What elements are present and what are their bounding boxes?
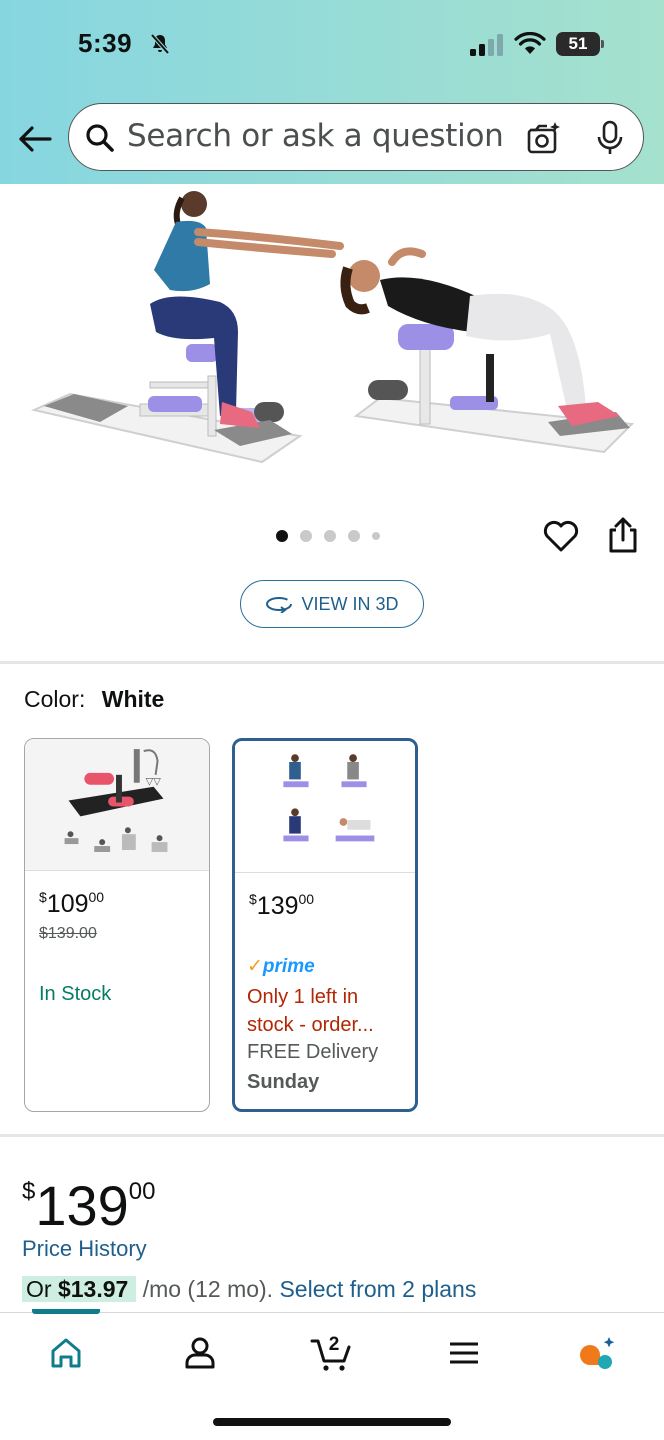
color-label: Color: (24, 686, 86, 712)
battery-icon: 51 (556, 32, 604, 56)
color-option-white[interactable]: ▽▽ $10900 $139.00 In Stock (24, 738, 210, 1112)
section-divider (0, 1134, 664, 1137)
carousel-dot[interactable] (324, 530, 336, 542)
variant-image (235, 742, 415, 873)
carousel-dot[interactable] (300, 530, 312, 542)
section-divider (0, 661, 664, 664)
rufus-icon[interactable] (576, 1333, 616, 1373)
color-value: White (101, 686, 165, 712)
price-currency: $ (22, 1178, 36, 1205)
variant-stock-status: In Stock (39, 983, 112, 1005)
status-time: 5:39 (78, 28, 133, 58)
svg-text:▽▽: ▽▽ (146, 777, 162, 788)
camera-search-icon[interactable] (525, 120, 561, 156)
view-in-3d-button[interactable]: VIEW IN 3D (240, 580, 424, 628)
price-main: 139 (35, 1174, 129, 1237)
squat-machine-right (353, 324, 635, 454)
back-arrow-icon (19, 126, 52, 152)
variant-price-main: 109 (46, 890, 89, 918)
monthly-prefix: Or (26, 1276, 52, 1302)
prime-label: prime (262, 956, 315, 977)
image-carousel-dots[interactable] (276, 530, 380, 542)
heart-icon[interactable] (542, 518, 580, 554)
select-plans-link[interactable]: Select from 2 plans (279, 1276, 476, 1302)
monthly-terms: /mo (12 mo). (142, 1276, 274, 1302)
variant-price: $13900 (249, 891, 315, 920)
variant-price-main: 139 (256, 892, 299, 920)
color-selector-label: Color: White (24, 686, 164, 713)
wifi-icon (514, 32, 546, 54)
header: 5:39 51 Search or ask a question (0, 0, 664, 184)
back-button[interactable] (14, 118, 56, 160)
active-tab-indicator (32, 1309, 100, 1314)
home-icon[interactable] (46, 1333, 86, 1373)
squat-machine-left (30, 344, 303, 464)
product-price: $13900 (22, 1160, 156, 1238)
variant-availability: Only 1 left in stock - order... (247, 986, 374, 1036)
share-icon[interactable] (606, 516, 640, 554)
color-option-selected[interactable]: $13900 ✓prime Only 1 left in stock - ord… (232, 738, 418, 1112)
menu-icon[interactable] (444, 1333, 484, 1373)
account-icon[interactable] (180, 1333, 220, 1373)
variant-list-price: $139.00 (39, 925, 97, 942)
home-indicator[interactable] (213, 1418, 451, 1426)
variant-delivery: FREE Delivery (247, 1041, 379, 1063)
search-placeholder: Search or ask a question (127, 118, 504, 154)
rotate-3d-icon (266, 597, 293, 613)
cellular-signal-icon (470, 34, 503, 56)
variant-price-cents: 00 (298, 891, 315, 907)
search-icon (86, 124, 114, 152)
carousel-dot[interactable] (276, 530, 288, 542)
woman-squatting (150, 191, 344, 428)
monthly-amount: $13.97 (57, 1276, 129, 1302)
prime-badge: ✓prime (247, 955, 315, 978)
monthly-payment: Or $13.97 /mo (12 mo). Select from 2 pla… (22, 1276, 476, 1303)
silent-bell-icon (150, 33, 170, 55)
cart-count: 2 (329, 1334, 340, 1355)
price-history-link[interactable]: Price History (22, 1236, 147, 1262)
search-input[interactable]: Search or ask a question (68, 103, 644, 171)
microphone-icon[interactable] (595, 120, 625, 156)
monthly-highlight: Or $13.97 (22, 1276, 137, 1302)
carousel-dot[interactable] (348, 530, 360, 542)
variant-delivery-day: Sunday (247, 1071, 320, 1093)
product-image[interactable] (0, 184, 664, 494)
variant-image: ▽▽ (25, 739, 209, 871)
cart-icon[interactable]: 2 (310, 1333, 356, 1373)
battery-level: 51 (568, 34, 588, 53)
variant-price-cents: 00 (88, 889, 105, 905)
price-cents: 00 (128, 1178, 156, 1205)
variant-price: $10900 (39, 889, 105, 918)
carousel-dot[interactable] (372, 532, 380, 540)
prime-check-icon: ✓ (247, 956, 263, 977)
view-in-3d-label: VIEW IN 3D (301, 593, 399, 614)
